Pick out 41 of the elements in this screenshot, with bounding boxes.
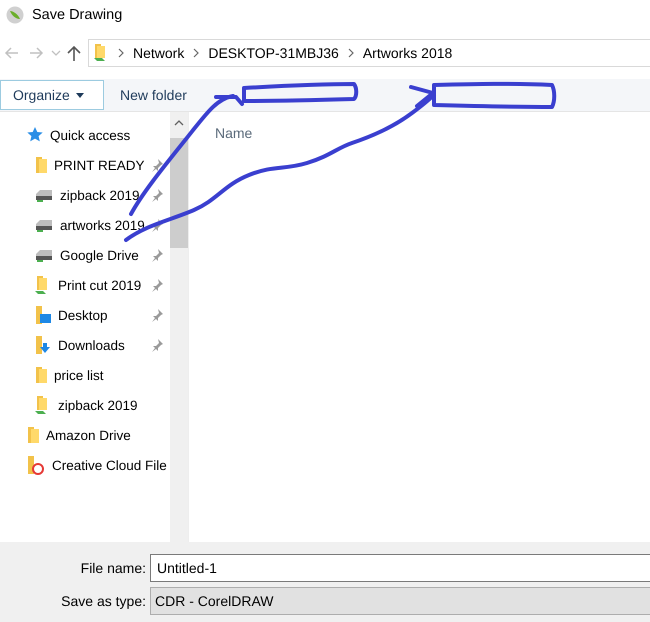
chevron-icon: [346, 48, 355, 58]
drive-icon: [34, 218, 54, 232]
sidebar-item[interactable]: Amazon Drive: [0, 420, 170, 450]
chevron-icon: [192, 48, 200, 58]
drive-icon: [34, 188, 54, 202]
app-logo-icon: [6, 6, 24, 24]
breadcrumb[interactable]: DESKTOP-31MBJ36: [208, 45, 339, 61]
breadcrumb[interactable]: Network: [133, 45, 184, 61]
cloud-folder-icon: [26, 455, 46, 475]
sidebar-item[interactable]: Desktop: [0, 300, 170, 330]
field-label: Save as type:: [60, 593, 147, 609]
sidebar-item[interactable]: Quick access: [0, 120, 170, 150]
star-icon: [26, 126, 44, 144]
chevron-icon: [117, 48, 125, 58]
sidebar-item[interactable]: zipback 2019: [0, 180, 170, 210]
downloads-folder-icon: [34, 335, 52, 355]
scrollbar[interactable]: [170, 112, 188, 542]
sidebar-item[interactable]: Creative Cloud File: [0, 450, 170, 480]
sidebar-item[interactable]: Google Drive: [0, 240, 170, 270]
folder-icon: [34, 366, 48, 384]
file-name-field[interactable]: Untitled-1: [150, 554, 650, 582]
desktop-folder-icon: [34, 305, 52, 325]
folder-icon: [26, 426, 40, 444]
sidebar-item[interactable]: Print cut 2019: [0, 270, 170, 300]
caret-icon: [76, 92, 84, 98]
sidebar-item[interactable]: zipback 2019: [0, 390, 170, 420]
drive-icon: [34, 248, 54, 262]
organize-button[interactable]: Organize: [0, 80, 104, 110]
new-folder-button[interactable]: New folder: [114, 86, 193, 104]
file-type-dropdown[interactable]: CDR - CorelDRAW: [150, 587, 650, 615]
address-bar[interactable]: Network DESKTOP-31MBJ36 Artworks 2018: [88, 39, 650, 67]
sidebar-item[interactable]: price list: [0, 360, 170, 390]
field-label: File name:: [80, 560, 147, 576]
column-header[interactable]: Name: [215, 125, 252, 141]
breadcrumb[interactable]: Artworks 2018: [362, 45, 452, 61]
scroll-up-icon[interactable]: [174, 120, 184, 126]
sidebar-item[interactable]: artworks 2019: [0, 210, 170, 240]
window-title: Save Drawing: [32, 7, 122, 23]
folder-icon: [34, 156, 48, 174]
sidebar-item[interactable]: Downloads: [0, 330, 170, 360]
sidebar-item[interactable]: PRINT READY: [0, 150, 170, 180]
